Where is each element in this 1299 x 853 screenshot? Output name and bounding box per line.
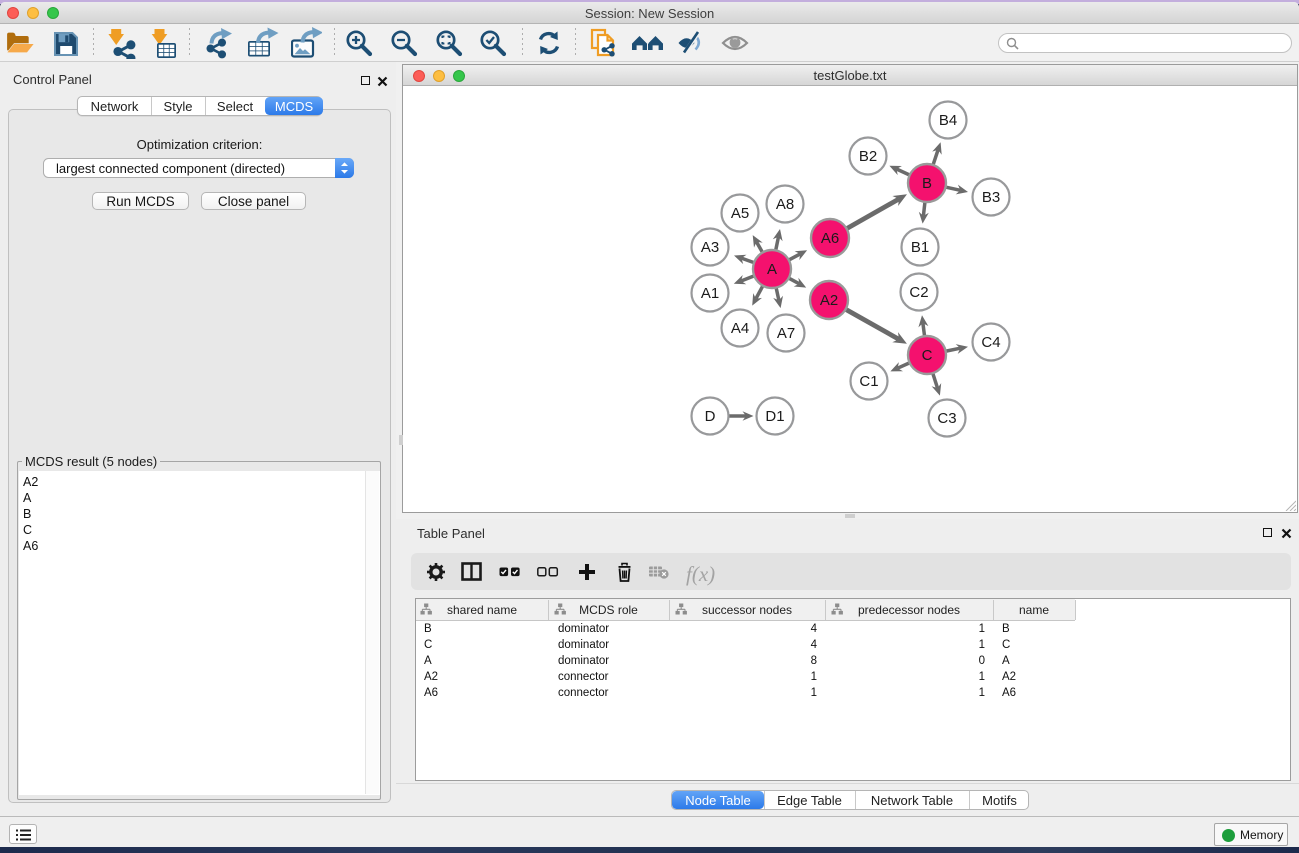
svg-text:C3: C3 [937, 410, 956, 427]
svg-text:C2: C2 [909, 284, 928, 301]
svg-text:B4: B4 [939, 112, 957, 129]
svg-text:A1: A1 [701, 285, 719, 302]
svg-text:B1: B1 [911, 239, 929, 256]
svg-text:B: B [922, 175, 932, 192]
svg-text:B2: B2 [859, 148, 877, 165]
svg-text:A: A [767, 261, 777, 278]
svg-text:C1: C1 [859, 373, 878, 390]
svg-text:A4: A4 [731, 320, 749, 337]
svg-text:A6: A6 [821, 230, 839, 247]
svg-text:A5: A5 [731, 205, 749, 222]
svg-text:D: D [705, 408, 716, 425]
svg-text:A7: A7 [777, 325, 795, 342]
svg-text:A8: A8 [776, 196, 794, 213]
svg-text:B3: B3 [982, 189, 1000, 206]
svg-text:C: C [922, 347, 933, 364]
svg-text:A3: A3 [701, 239, 719, 256]
svg-text:A2: A2 [820, 292, 838, 309]
svg-text:D1: D1 [765, 408, 784, 425]
svg-text:C4: C4 [981, 334, 1000, 351]
